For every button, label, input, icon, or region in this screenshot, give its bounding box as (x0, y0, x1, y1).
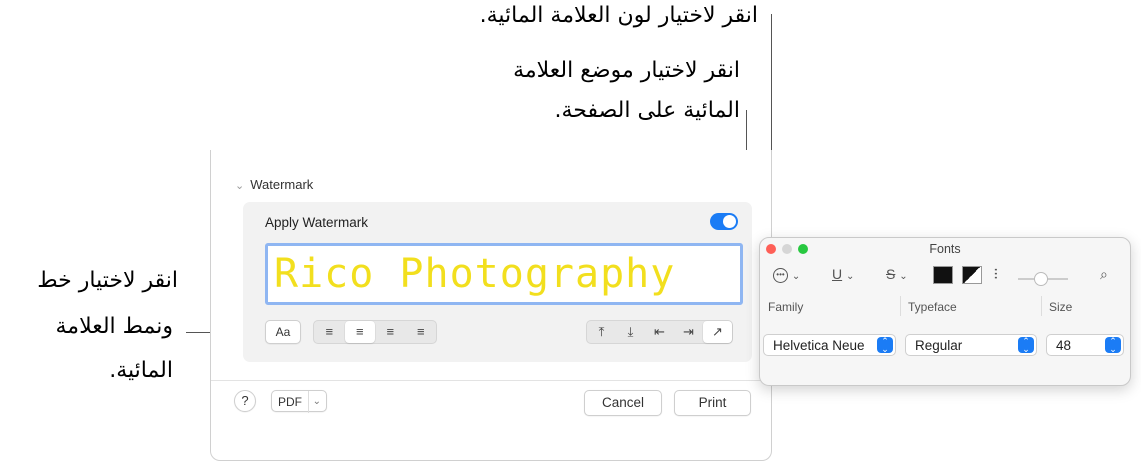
column-separator (900, 296, 901, 316)
size-popup[interactable]: 48 ⌃ ⌄ (1046, 334, 1124, 356)
chevron-down-icon: ⌄ (846, 271, 855, 282)
position-left-icon[interactable]: ⇤ (645, 321, 674, 343)
watermark-section-title: Watermark (250, 177, 314, 192)
typeface-value: Regular (915, 338, 963, 353)
updown-chevron-icon: ⌃ ⌄ (1105, 337, 1121, 354)
pdf-label: PDF (278, 395, 302, 409)
align-left-icon[interactable]: ≡ (314, 321, 345, 343)
callout-font-line1: انقر لاختيار خط (37, 268, 178, 293)
chevron-down-icon: ⌄ (307, 391, 321, 413)
watermark-section-header[interactable]: ⌄ Watermark (235, 177, 313, 192)
underline-label: U (832, 266, 843, 282)
callout-font-line3: المائية. (109, 358, 173, 383)
family-popup[interactable]: Helvetica Neue ⌃ ⌄ (763, 334, 896, 356)
underline-button[interactable]: U ⌄ (832, 266, 854, 282)
column-size: Size (1049, 300, 1073, 314)
fonts-panel-title: Fonts (929, 242, 961, 256)
chevron-down-icon: ⌄ (235, 180, 245, 192)
callout-font-line2: ونمط العلامة (55, 314, 173, 339)
callout-position-line2: المائية على الصفحة. (554, 98, 740, 123)
search-icon[interactable]: ⌕ (1100, 266, 1108, 283)
align-right-icon[interactable]: ≡ (375, 321, 406, 343)
updown-chevron-icon: ⌃ ⌄ (877, 337, 893, 354)
size-value: 48 (1056, 338, 1072, 353)
align-center-icon[interactable]: ≡ (344, 321, 375, 343)
chevron-down-icon: ⌄ (791, 271, 801, 282)
watermark-text-field[interactable]: Rico Photography (265, 243, 743, 305)
help-button[interactable]: ? (234, 390, 256, 412)
text-effects-button[interactable]: ••• ⌄ (773, 266, 800, 283)
print-button[interactable]: Print (674, 390, 751, 416)
apply-watermark-toggle[interactable] (710, 213, 738, 230)
chevron-down-icon: ⌄ (899, 271, 908, 282)
ellipsis-circle-icon: ••• (773, 267, 788, 283)
text-color-swatch[interactable] (933, 266, 953, 284)
pdf-menu-button[interactable]: PDF ⌄ (271, 390, 327, 413)
watermark-panel: Apply Watermark Rico Photography Aa ≡ ≡ … (243, 202, 752, 362)
document-color-swatch[interactable] (962, 266, 982, 284)
strikethrough-button[interactable]: S ⌄ (886, 266, 908, 282)
position-bottom-icon[interactable]: ⤓ (616, 321, 645, 343)
align-justify-icon[interactable]: ≡ (406, 321, 437, 343)
cancel-button[interactable]: Cancel (584, 390, 662, 416)
column-family: Family (768, 300, 804, 314)
updown-chevron-icon: ⌃ ⌄ (1018, 337, 1034, 354)
callout-color: انقر لاختيار لون العلامة المائية. (479, 3, 758, 28)
apply-watermark-label: Apply Watermark (265, 215, 369, 230)
alignment-control: ≡ ≡ ≡ ≡ (313, 320, 437, 344)
position-control: ⤒ ⤓ ⇤ ⇥ ↗ (586, 320, 733, 344)
shadow-slider-knob[interactable] (1034, 272, 1048, 286)
typeface-popup[interactable]: Regular ⌃ ⌄ (905, 334, 1037, 356)
column-typeface: Typeface (908, 300, 957, 314)
family-value: Helvetica Neue (773, 338, 865, 353)
font-button[interactable]: Aa (265, 320, 301, 344)
print-dialog: ⌄ Watermark Apply Watermark Rico Photogra… (210, 150, 772, 461)
fonts-panel: Fonts ••• ⌄ U ⌄ S ⌄ ⫶ ⌕ Family Typeface … (759, 237, 1131, 386)
position-top-icon[interactable]: ⤒ (587, 321, 616, 343)
shadow-offset-icon[interactable]: ⫶ (994, 266, 998, 283)
footer-divider (211, 380, 771, 381)
callout-position-line1: انقر لاختيار موضع العلامة (513, 58, 740, 83)
position-right-icon[interactable]: ⇥ (674, 321, 703, 343)
column-separator (1041, 296, 1042, 316)
position-diagonal-icon[interactable]: ↗ (703, 321, 732, 343)
strikethrough-label: S (886, 266, 896, 282)
